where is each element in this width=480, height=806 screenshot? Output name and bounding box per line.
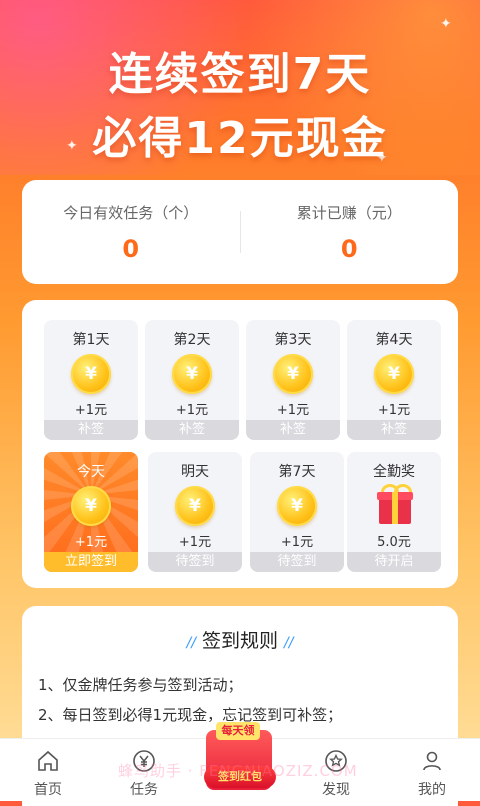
day-card-tomorrow[interactable]: 明天 ¥ +1元 待签到 — [148, 452, 242, 572]
day-title: 第3天 — [274, 332, 312, 348]
stat-value: 0 — [122, 234, 140, 263]
day-title: 今天 — [77, 464, 105, 480]
day-card-3[interactable]: 第3天 ¥ +1元 补签 — [246, 320, 340, 440]
tab-label: 首页 — [34, 782, 62, 798]
tab-label: 任务 — [130, 782, 158, 798]
day-title: 第2天 — [173, 332, 211, 348]
stat-label: 今日有效任务（个） — [63, 203, 199, 222]
stat-value: 0 — [340, 234, 358, 263]
day-reward: +1元 — [280, 535, 314, 550]
tab-me[interactable]: 我的 — [384, 739, 480, 801]
coin-icon: ¥ — [374, 354, 414, 394]
coin-icon: ¥ — [277, 486, 317, 526]
coin-icon: ¥ — [71, 486, 111, 526]
watermark: 蜂鸟助手 · FENGNIAOZIZ.COM — [118, 762, 358, 780]
day-title: 第4天 — [375, 332, 413, 348]
user-icon — [423, 751, 441, 771]
makeup-checkin-button[interactable]: 补签 — [44, 420, 138, 440]
coin-icon: ¥ — [175, 486, 215, 526]
day-card-2[interactable]: 第2天 ¥ +1元 补签 — [145, 320, 239, 440]
day-title: 第7天 — [278, 464, 316, 480]
slash-decoration-icon: // — [186, 635, 196, 651]
pending-checkin-label: 待签到 — [250, 552, 344, 572]
stat-label: 累计已赚（元） — [296, 203, 402, 222]
day-reward: +1元 — [74, 403, 108, 418]
day-reward: +1元 — [178, 535, 212, 550]
makeup-checkin-button[interactable]: 补签 — [246, 420, 340, 440]
day-reward: +1元 — [74, 535, 108, 550]
total-earned-stat: 累计已赚（元） 0 — [241, 202, 459, 263]
day-card-4[interactable]: 第4天 ¥ +1元 补签 — [347, 320, 441, 440]
day-reward: 5.0元 — [377, 535, 411, 550]
center-tab-top-label: 每天领 — [216, 722, 260, 740]
day-reward: +1元 — [377, 403, 411, 418]
coin-icon: ¥ — [71, 354, 111, 394]
coin-icon: ¥ — [273, 354, 313, 394]
makeup-checkin-button[interactable]: 补签 — [347, 420, 441, 440]
coin-icon: ¥ — [172, 354, 212, 394]
makeup-checkin-button[interactable]: 补签 — [145, 420, 239, 440]
rules-title: // 签到规则 // — [22, 626, 458, 653]
day-title: 第1天 — [72, 332, 110, 348]
pending-checkin-label: 待签到 — [148, 552, 242, 572]
tab-home[interactable]: 首页 — [0, 739, 96, 801]
tab-label: 发现 — [322, 782, 350, 798]
rules-title-text: 签到规则 — [201, 630, 278, 652]
sparkle-icon: ✦ — [440, 16, 452, 32]
day-reward: +1元 — [175, 403, 209, 418]
stats-card: 今日有效任务（个） 0 累计已赚（元） 0 — [22, 180, 458, 284]
checkin-grid: 第1天 ¥ +1元 补签 第2天 ¥ +1元 补签 第3天 ¥ +1元 补签 第… — [22, 300, 458, 588]
day-card-today[interactable]: 今天 ¥ +1元 立即签到 — [44, 452, 138, 572]
day-card-full-attendance[interactable]: 全勤奖 5.0元 待开启 — [347, 452, 441, 572]
day-card-1[interactable]: 第1天 ¥ +1元 补签 — [44, 320, 138, 440]
hero-title-line2: 必得12元现金 — [92, 113, 388, 164]
pending-open-label: 待开启 — [347, 552, 441, 572]
tab-label: 我的 — [418, 782, 446, 798]
today-tasks-stat: 今日有效任务（个） 0 — [22, 202, 240, 263]
gift-ribbon — [392, 492, 398, 524]
slash-decoration-icon: // — [284, 635, 294, 651]
daily-red-packet-button[interactable]: 每天领 签到红包 — [200, 718, 280, 798]
day-title: 全勤奖 — [373, 464, 415, 480]
rule-item: 1、仅金牌任务参与签到活动； — [38, 676, 243, 694]
home-icon — [38, 750, 58, 771]
day-title: 明天 — [181, 464, 209, 480]
rule-item: 2、每日签到必得1元现金，忘记签到可补签； — [38, 706, 343, 724]
hero-title-line1: 连续签到7天 — [108, 49, 372, 100]
checkin-now-button[interactable]: 立即签到 — [44, 552, 138, 572]
gift-box-icon — [377, 484, 413, 524]
day-card-7[interactable]: 第7天 ¥ +1元 待签到 — [250, 452, 344, 572]
day-reward: +1元 — [276, 403, 310, 418]
